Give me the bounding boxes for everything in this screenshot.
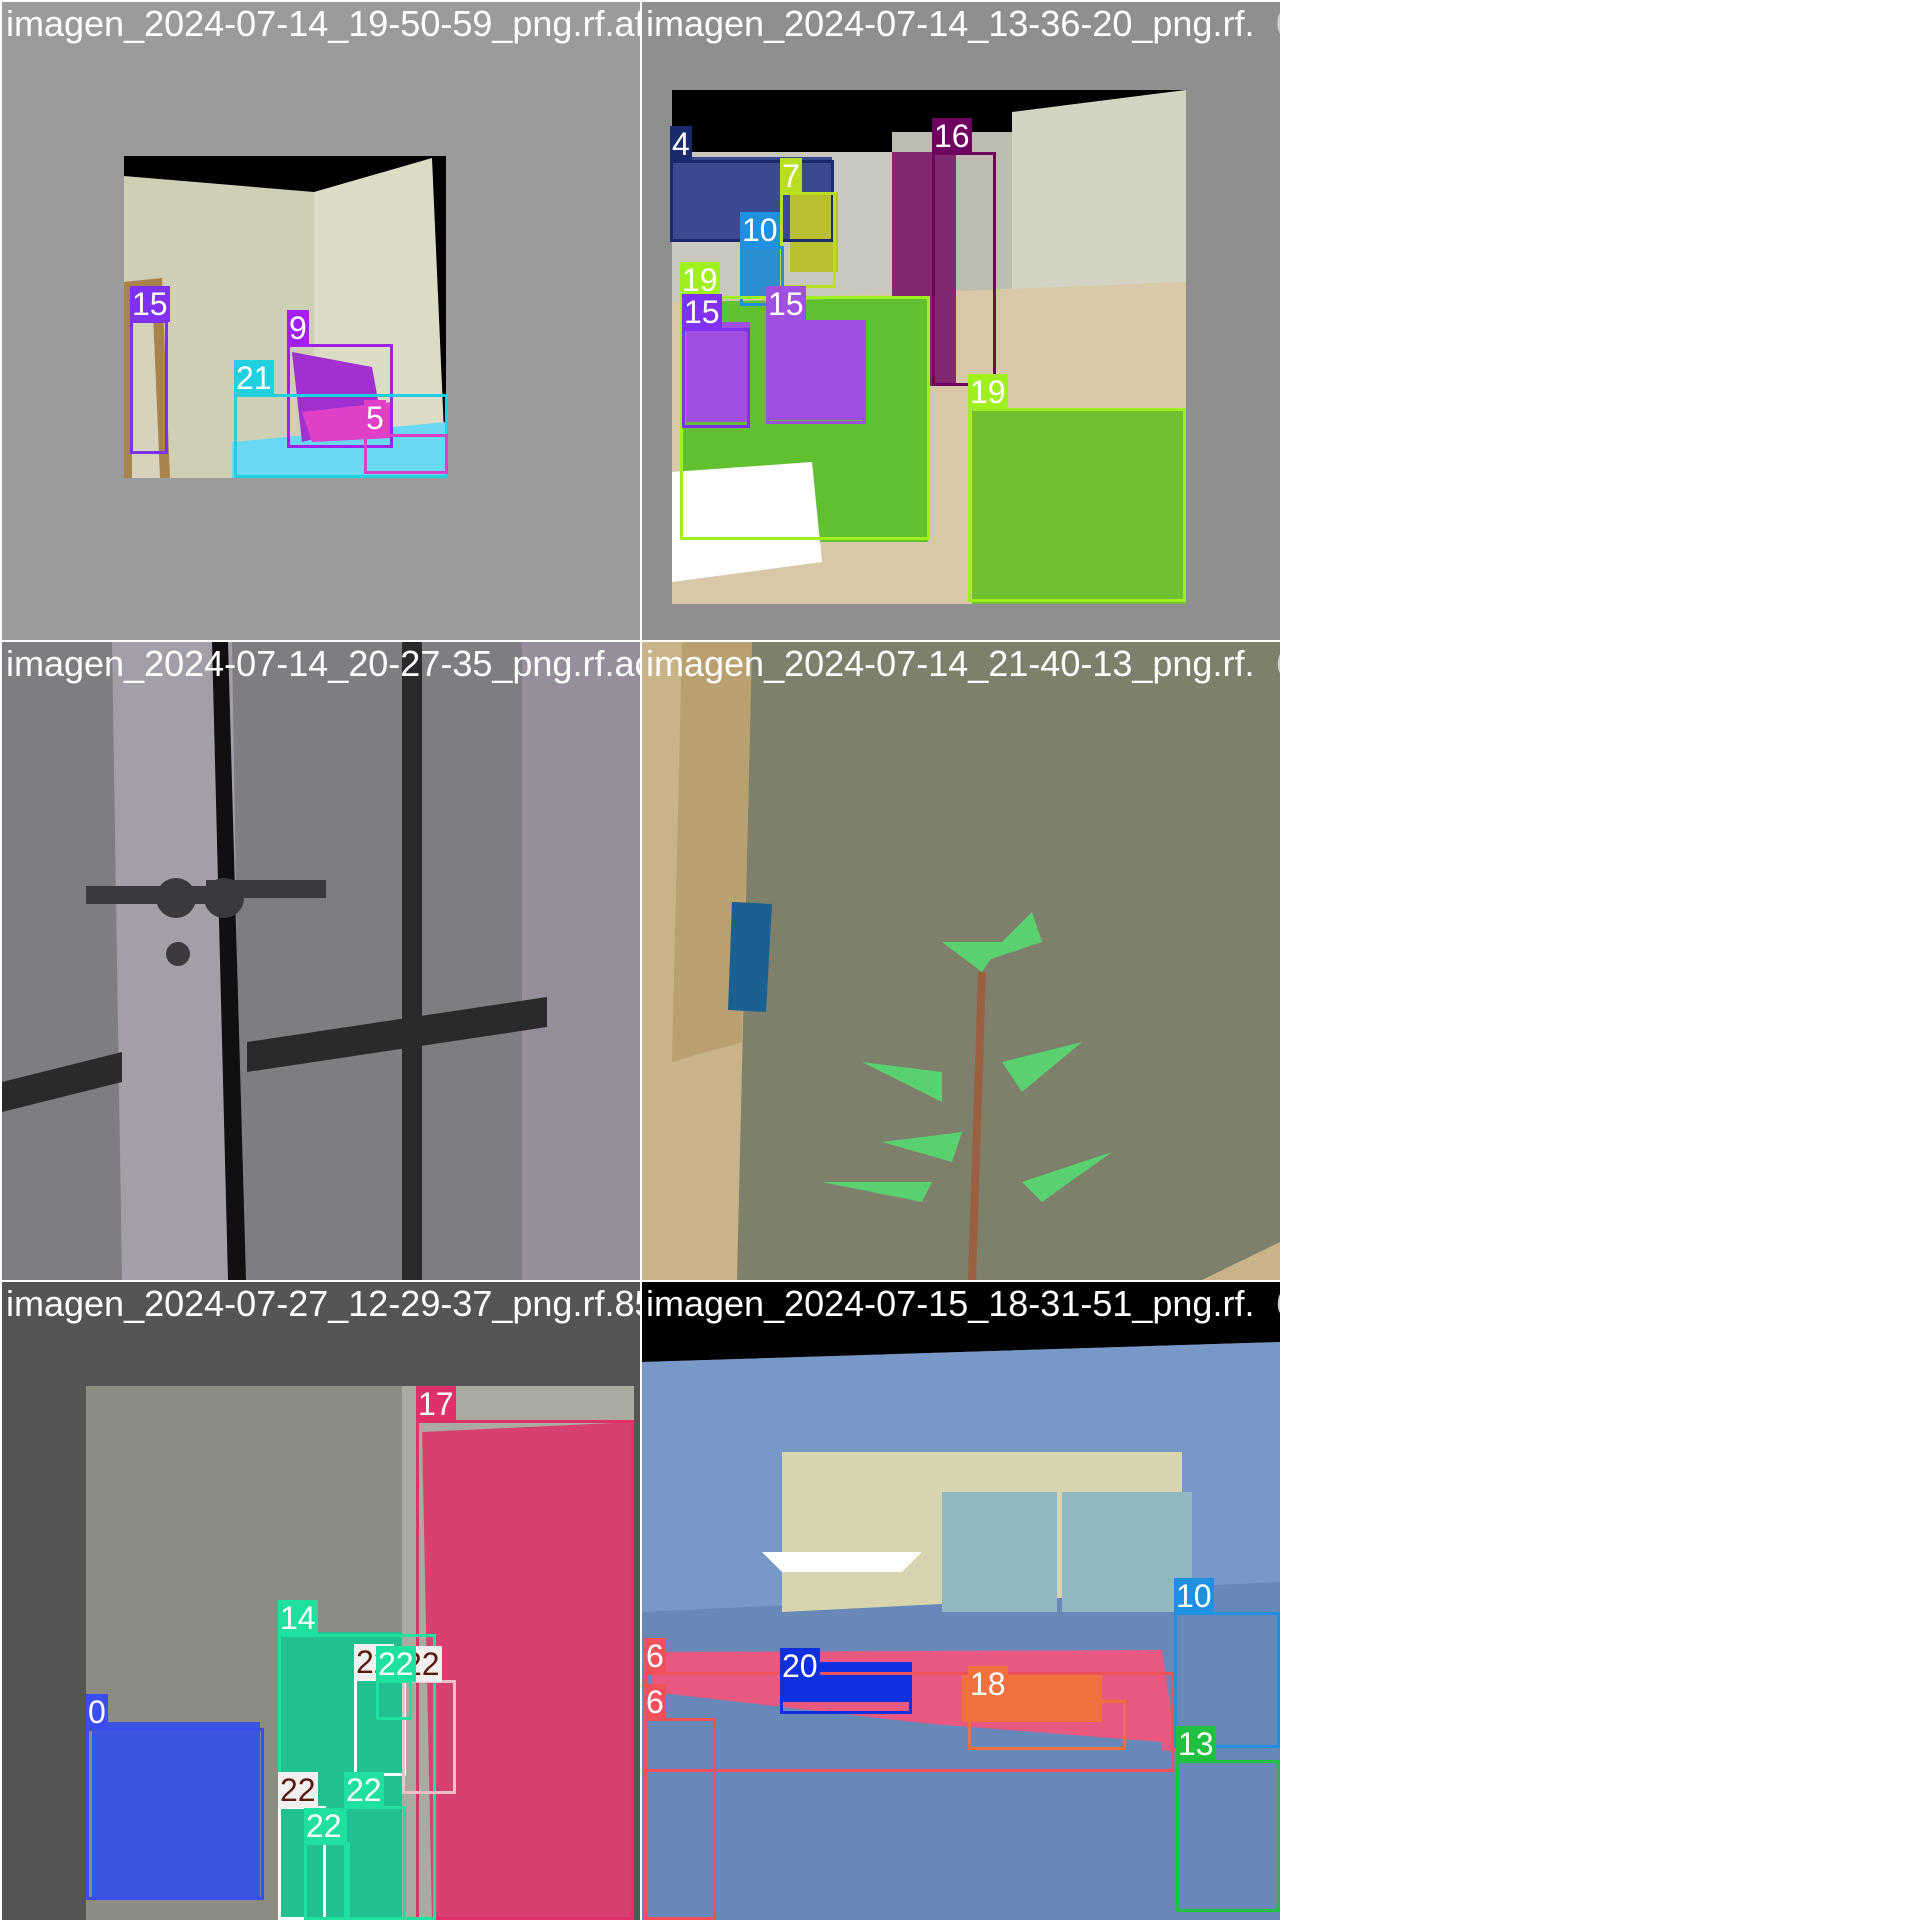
bbox-class-17: 17 [416,1386,634,1920]
bbox-class-5: 5 [364,400,448,474]
bbox-label: 16 [932,118,972,154]
bbox-label: 22 [376,1646,416,1682]
bbox-class-16: 16 [932,118,996,386]
image-filename-suffix: 65f42a [1276,1286,1280,1322]
bbox-label: 18 [968,1666,1008,1702]
image-filename: imagen_2024-07-14_21-40-13_png.rf. [646,643,1255,684]
bbox-class-15: 15 [682,294,750,428]
bbox-label: 19 [680,262,720,298]
bbox-class-20: 20 [780,1648,912,1714]
bbox-label: 20 [780,1648,820,1684]
bbox-class-18: 18 [968,1666,1126,1750]
mosaic-tile-4: imagen_2024-07-14_21-40-13_png.rf. 6ed0b… [642,642,1280,1280]
bbox-label: 7 [780,158,802,194]
mosaic-tile-3: imagen_2024-07-14_20-27-35_png.rf.acab45 [2,642,640,1280]
bbox-class-6: 6 [644,1684,716,1920]
bbox-class-15: 15 [766,286,866,424]
render-scene-plant [642,642,1280,1280]
bbox-label: 22 [344,1772,384,1808]
image-filename: imagen_2024-07-15_18-31-51_png.rf. [646,1283,1255,1324]
bbox-label: 4 [670,126,692,162]
bbox-label: 0 [86,1694,108,1730]
image-filename-suffix: 0e80e2 [1276,6,1280,42]
bbox-label: 6 [644,1638,666,1674]
bbox-label: 15 [682,294,722,330]
mosaic-tile-5: imagen_2024-07-27_12-29-37_png.rf.855563… [2,1282,640,1920]
bbox-class-15: 15 [130,286,170,454]
render-scene-glass-door [2,642,640,1280]
bbox-label: 14 [278,1600,318,1636]
image-filename: imagen_2024-07-27_12-29-37_png.rf.855563 [6,1283,640,1324]
bbox-class-13: 13 [1176,1726,1280,1912]
bbox-label: 22 [304,1808,344,1844]
bbox-label: 15 [766,286,806,322]
mosaic-tile-2: imagen_2024-07-14_13-36-20_png.rf. 0e80e… [642,2,1280,640]
bbox-label: 15 [130,286,170,322]
bbox-class-22: 22 [344,1772,406,1920]
image-filename: imagen_2024-07-14_13-36-20_png.rf. [646,3,1255,44]
bbox-label: 19 [968,374,1008,410]
bbox-label: 22 [278,1772,318,1808]
image-filename-suffix: 6ed0b6 [1276,646,1280,682]
image-filename: imagen_2024-07-14_20-27-35_png.rf.acab45 [6,643,640,684]
bbox-label: 6 [644,1684,666,1720]
mosaic-tile-1: imagen_2024-07-14_19-50-59_png.rf.af1993… [2,2,640,640]
bbox-label: 5 [364,400,386,436]
bbox-class-0: 0 [86,1694,264,1900]
bbox-class-22: 22 [304,1808,350,1920]
bbox-label: 17 [416,1386,456,1422]
bbox-label: 9 [287,310,309,346]
bbox-class-22: 22 [376,1646,416,1720]
image-filename: imagen_2024-07-14_19-50-59_png.rf.af1993 [6,3,640,44]
bbox-label: 10 [1174,1578,1214,1614]
bbox-label: 21 [234,360,274,396]
bbox-class-7: 7 [780,158,836,288]
bbox-label: 10 [740,212,780,248]
mosaic-tile-6: imagen_2024-07-15_18-31-51_png.rf. 65f42… [642,1282,1280,1920]
render-scene-empty-room [2,2,640,640]
bbox-class-19: 19 [968,374,1186,602]
bbox-label: 13 [1176,1726,1216,1762]
